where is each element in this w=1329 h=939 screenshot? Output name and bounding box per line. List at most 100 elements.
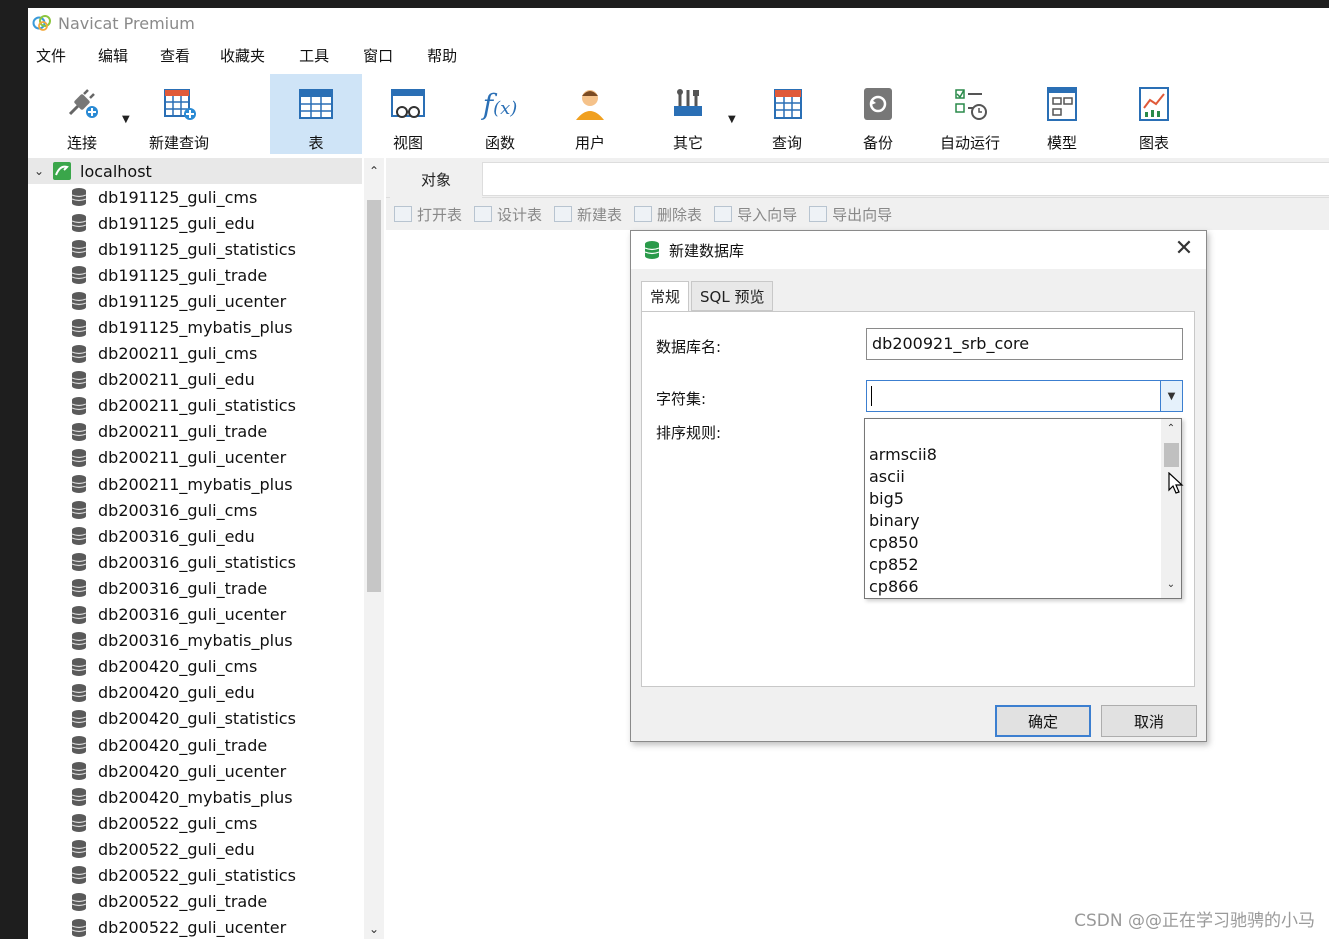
tree-item-database[interactable]: db200211_guli_statistics (28, 393, 362, 419)
menu-tools[interactable]: 工具 (291, 45, 329, 66)
tree-item-database[interactable]: db200420_guli_statistics (28, 706, 362, 732)
menu-help[interactable]: 帮助 (419, 45, 457, 66)
function-button[interactable]: f(x) 函数 (466, 74, 534, 154)
database-icon (71, 318, 87, 337)
tree-item-database[interactable]: db200211_guli_trade (28, 419, 362, 445)
connect-dropdown-chevron-icon[interactable]: ▼ (122, 114, 130, 125)
main-toolbar: 连接 ▼ 新建查询 表 视图 f(x) 函数 用户 其它 ▼ 查询 备份 自动运… (28, 74, 1329, 156)
table-button[interactable]: 表 (270, 74, 362, 154)
charset-option-armscii8[interactable]: armscii8 (869, 445, 937, 464)
tree-item-database[interactable]: db191125_guli_ucenter (28, 288, 362, 314)
automation-button[interactable]: 自动运行 (932, 74, 1008, 154)
delete-table-button[interactable]: 删除表 (634, 204, 702, 225)
tree-item-database[interactable]: db200316_guli_cms (28, 497, 362, 523)
tree-item-database[interactable]: db191125_guli_cms (28, 184, 362, 210)
import-wizard-button[interactable]: 导入向导 (714, 204, 797, 225)
database-name: db191125_guli_cms (98, 187, 258, 207)
database-name: db200211_mybatis_plus (98, 474, 293, 494)
scroll-up-icon[interactable]: ⌃ (364, 164, 384, 178)
database-icon (71, 579, 87, 598)
menu-favorites[interactable]: 收藏夹 (212, 45, 265, 66)
close-icon[interactable]: ✕ (1172, 237, 1196, 261)
tree-item-database[interactable]: db200420_guli_ucenter (28, 758, 362, 784)
tree-item-database[interactable]: db200522_guli_cms (28, 810, 362, 836)
text-caret (871, 386, 872, 406)
charset-option-cp852[interactable]: cp852 (869, 555, 919, 574)
charset-option-cp866[interactable]: cp866 (869, 577, 919, 596)
new-query-button[interactable]: 新建查询 (144, 74, 214, 154)
charset-select[interactable]: ▼ (866, 380, 1183, 412)
tree-item-database[interactable]: db200316_guli_statistics (28, 549, 362, 575)
open-table-button[interactable]: 打开表 (394, 204, 462, 225)
view-button[interactable]: 视图 (374, 74, 442, 154)
dialog-tabs: 常规 SQL 预览 (641, 281, 775, 312)
tree-item-database[interactable]: db200522_guli_ucenter (28, 915, 362, 939)
tab-area (482, 162, 1329, 196)
database-name: db200420_guli_cms (98, 657, 258, 677)
tree-item-database[interactable]: db200316_mybatis_plus (28, 628, 362, 654)
tree-item-database[interactable]: db200522_guli_trade (28, 889, 362, 915)
tree-item-database[interactable]: db200316_guli_trade (28, 575, 362, 601)
model-button[interactable]: 模型 (1028, 74, 1096, 154)
scroll-down-icon[interactable]: ⌄ (364, 922, 384, 936)
tab-objects[interactable]: 对象 (390, 160, 482, 198)
scroll-down-icon[interactable]: ⌄ (1161, 579, 1181, 590)
menu-window[interactable]: 窗口 (355, 45, 393, 66)
database-icon (71, 475, 87, 494)
backup-icon (858, 84, 898, 124)
tree-item-database[interactable]: db200420_guli_cms (28, 654, 362, 680)
tree-item-database[interactable]: db200420_mybatis_plus (28, 784, 362, 810)
collapse-chevron-icon[interactable]: ⌄ (30, 164, 48, 178)
dropdown-scrollbar[interactable]: ⌃ ⌄ (1161, 419, 1181, 598)
tree-scrollbar[interactable]: ⌃ ⌄ (364, 158, 384, 939)
connect-button[interactable]: 连接 (50, 74, 114, 154)
chevron-down-icon[interactable]: ▼ (1160, 381, 1182, 411)
ok-button[interactable]: 确定 (995, 705, 1091, 737)
tree-item-database[interactable]: db200420_guli_edu (28, 680, 362, 706)
scroll-up-icon[interactable]: ⌃ (1161, 423, 1181, 434)
database-name: db200522_guli_cms (98, 813, 258, 833)
dialog-header: 新建数据库 ✕ (631, 231, 1206, 269)
query-button[interactable]: 查询 (752, 74, 822, 154)
other-button[interactable]: 其它 (652, 74, 724, 154)
tree-item-database[interactable]: db200316_guli_ucenter (28, 602, 362, 628)
backup-button[interactable]: 备份 (844, 74, 912, 154)
charset-option-ascii[interactable]: ascii (869, 467, 905, 486)
other-dropdown-chevron-icon[interactable]: ▼ (728, 114, 736, 125)
user-icon (570, 84, 610, 124)
tree-item-database[interactable]: db200211_guli_cms (28, 341, 362, 367)
charset-option-binary[interactable]: binary (869, 511, 920, 530)
cancel-button[interactable]: 取消 (1101, 705, 1197, 737)
database-icon (71, 605, 87, 624)
tree-scroll-thumb[interactable] (367, 200, 381, 592)
menu-view[interactable]: 查看 (152, 45, 190, 66)
menu-edit[interactable]: 编辑 (90, 45, 128, 66)
database-name-input[interactable]: db200921_srb_core (866, 328, 1183, 360)
tree-item-database[interactable]: db200420_guli_trade (28, 732, 362, 758)
database-name: db200211_guli_edu (98, 370, 255, 390)
tree-root-localhost[interactable]: ⌄ localhost (28, 158, 362, 184)
tree-item-database[interactable]: db200522_guli_statistics (28, 862, 362, 888)
chart-button[interactable]: 图表 (1120, 74, 1188, 154)
tree-item-database[interactable]: db191125_guli_statistics (28, 236, 362, 262)
tree-item-database[interactable]: db191125_mybatis_plus (28, 314, 362, 340)
menu-file[interactable]: 文件 (28, 45, 66, 66)
tab-sql-preview[interactable]: SQL 预览 (691, 281, 774, 311)
user-button[interactable]: 用户 (556, 74, 624, 154)
tree-item-database[interactable]: db200522_guli_edu (28, 836, 362, 862)
dropdown-scroll-thumb[interactable] (1164, 443, 1179, 467)
tree-item-database[interactable]: db200211_guli_ucenter (28, 445, 362, 471)
tree-item-database[interactable]: db191125_guli_edu (28, 210, 362, 236)
charset-option-big5[interactable]: big5 (869, 489, 904, 508)
database-name: db191125_mybatis_plus (98, 318, 293, 338)
export-wizard-button[interactable]: 导出向导 (809, 204, 892, 225)
new-table-button[interactable]: 新建表 (554, 204, 622, 225)
tree-item-database[interactable]: db200211_guli_edu (28, 367, 362, 393)
tree-item-database[interactable]: db200211_mybatis_plus (28, 471, 362, 497)
tab-general[interactable]: 常规 (641, 281, 690, 312)
tree-item-database[interactable]: db200316_guli_edu (28, 523, 362, 549)
charset-option-cp850[interactable]: cp850 (869, 533, 919, 552)
tree-item-database[interactable]: db191125_guli_trade (28, 262, 362, 288)
database-icon (71, 657, 87, 676)
design-table-button[interactable]: 设计表 (474, 204, 542, 225)
